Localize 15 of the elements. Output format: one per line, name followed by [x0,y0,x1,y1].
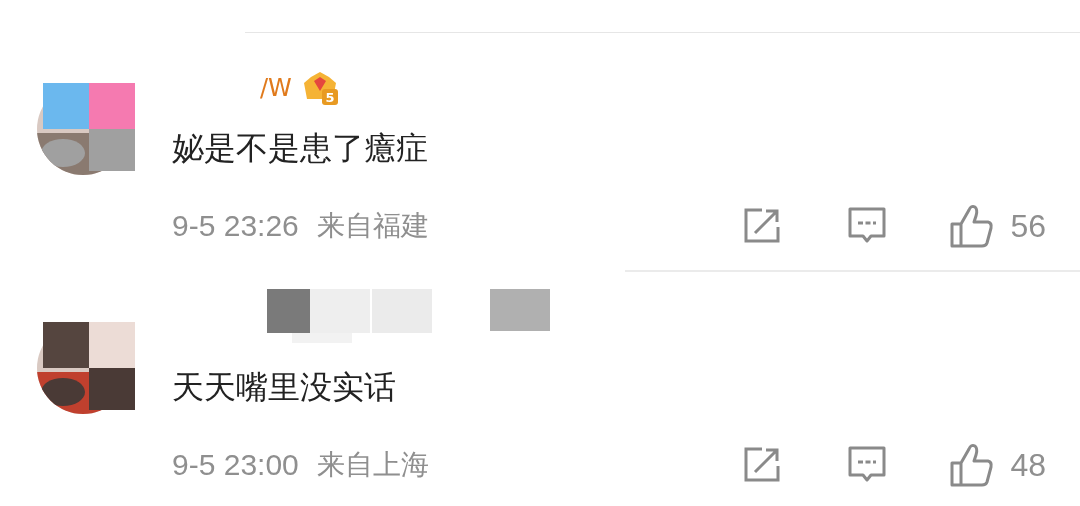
thumbs-up-icon[interactable] [950,443,995,487]
redaction-block [310,289,370,333]
share-icon[interactable] [742,446,783,484]
username[interactable]: /W [260,74,292,102]
timestamp: 9-5 23:00 [172,448,299,482]
timestamp: 9-5 23:26 [172,209,299,243]
thumbs-up-icon[interactable] [950,204,995,248]
like-count: 48 [1010,446,1046,484]
share-icon[interactable] [742,207,783,245]
comment-text: 天天嘴里没实话 [172,367,397,408]
location-text: 来自上海 [316,447,429,483]
like-count: 56 [1010,207,1046,245]
location-text: 来自福建 [316,208,429,244]
comment-text: 妼是不是患了癔症 [172,128,429,169]
redaction-block [490,289,550,331]
